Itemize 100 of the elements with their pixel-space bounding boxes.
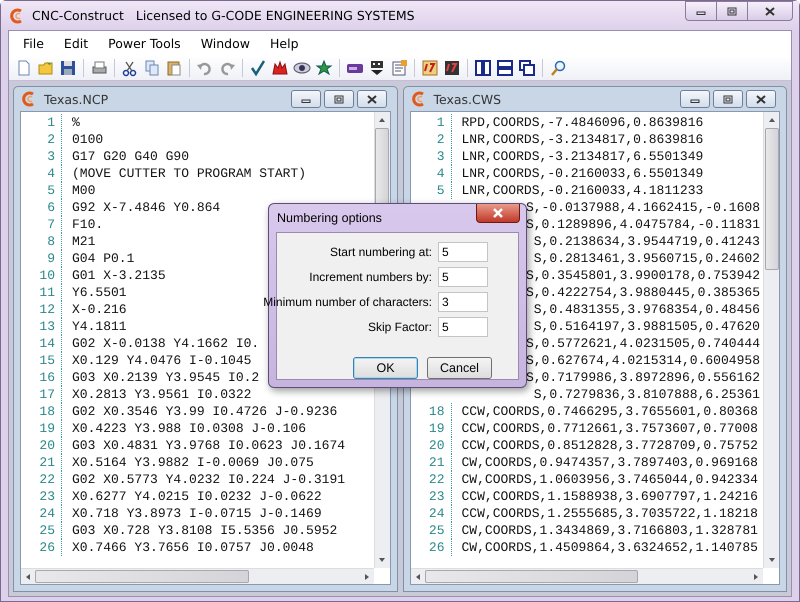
line-number: 21	[410, 454, 452, 471]
code-line: S,0.2813461,3.9560715,0.24602	[534, 251, 760, 266]
line-number: 24	[21, 505, 62, 522]
code-line: CW,COORDS,0.9474357,3.7897403,0.969168	[460, 455, 758, 470]
field-label: Increment numbers by:	[309, 270, 432, 284]
code-line: X0.7466 Y3.7656 I0.0757 J0.0048	[71, 540, 314, 555]
line-number: 26	[21, 539, 62, 556]
line-number: 25	[21, 522, 62, 539]
line-number: 14	[21, 335, 62, 352]
line-number: 15	[21, 352, 62, 369]
code-line: M00	[71, 183, 96, 198]
code-line: S,0.7179986,3.8972896,0.556162	[526, 370, 760, 385]
code-line: CW,COORDS,1.3434869,3.7166803,1.328781	[460, 523, 758, 538]
code-line: G01 X-3.2135	[71, 268, 166, 283]
code-line: S,-0.0137988,4.1662415,-0.1608	[526, 200, 760, 215]
document-title: Texas.NCP	[44, 92, 108, 106]
line-number: 12	[21, 301, 62, 318]
line-number: 18	[410, 403, 452, 420]
line-number: 24	[410, 505, 452, 522]
line-number: 8	[21, 233, 62, 250]
code-line: G03 X0.728 Y3.8108 I5.5356 J0.5952	[71, 523, 338, 538]
line-number: 20	[21, 437, 62, 454]
line-number: 23	[410, 488, 452, 505]
code-line: CCW,COORDS,0.8512828,3.7728709,0.75752	[460, 438, 758, 453]
field-label: Skip Factor:	[368, 320, 432, 334]
code-line: %	[71, 115, 80, 130]
line-number: 2	[410, 131, 452, 148]
code-line: S,0.7279836,3.8107888,6.25361	[534, 387, 760, 402]
line-number: 11	[21, 284, 62, 301]
code-line: F10.	[71, 217, 104, 232]
code-line: RPD,COORDS,-7.4846096,0.8639816	[460, 115, 704, 130]
code-line: X0.2813 Y3.9561 I0.0322	[71, 387, 252, 402]
code-line: LNR,COORDS,-0.2160033,4.1811233	[460, 183, 704, 198]
code-line: S,0.3545801,3.9900178,0.753942	[526, 268, 760, 283]
code-line: CCW,COORDS,1.1588938,3.6907797,1.24216	[460, 489, 758, 504]
window-title: CNC-Construct	[32, 8, 124, 23]
line-number: 26	[410, 539, 452, 556]
code-line: X0.5164 Y3.9882 I-0.0069 J0.075	[71, 455, 314, 470]
code-line: LNR,COORDS,-3.2134817,0.8639816	[460, 132, 704, 147]
line-number: 10	[21, 267, 62, 284]
dialog-title: Numbering options	[277, 211, 382, 225]
line-number: 21	[21, 454, 62, 471]
line-number: 7	[21, 216, 62, 233]
code-line: G02 X0.3546 Y3.99 I0.4726 J-0.9236	[71, 404, 338, 419]
document-title: Texas.CWS	[434, 92, 502, 106]
line-number: 19	[410, 420, 452, 437]
code-line: CW,COORDS,1.4509864,3.6324652,1.140785	[460, 540, 758, 555]
code-line: CCW,COORDS,1.2555685,3.7035722,1.18218	[460, 506, 758, 521]
line-number: 23	[21, 488, 62, 505]
line-number: 3	[410, 148, 452, 165]
line-number: 22	[410, 471, 452, 488]
code-line: G17 G20 G40 G90	[71, 149, 190, 164]
code-line: X0.129 Y4.0476 I-0.1045	[71, 353, 252, 368]
code-line: LNR,COORDS,-0.2160033,6.5501349	[460, 166, 704, 181]
code-line: X-0.216	[71, 302, 127, 317]
line-number: 2	[21, 131, 62, 148]
line-number: 13	[21, 318, 62, 335]
code-line: G02 X0.5773 Y4.0232 I0.224 J-0.3191	[71, 472, 346, 487]
code-line: (MOVE CUTTER TO PROGRAM START)	[71, 166, 306, 181]
line-number: 19	[21, 420, 62, 437]
code-line: G03 X0.2139 Y3.9545 I0.2	[71, 370, 260, 385]
code-line: X0.4223 Y3.988 I0.0308 J-0.106	[71, 421, 306, 436]
line-number: 17	[21, 386, 62, 403]
line-number: 1	[21, 114, 62, 131]
line-number: 25	[410, 522, 452, 539]
code-line: G04 P0.1	[71, 251, 134, 266]
line-number: 1	[410, 114, 452, 131]
code-line: CCW,COORDS,0.7466295,3.7655601,0.80368	[460, 404, 758, 419]
code-line: S,0.5772621,4.0231505,0.740444	[526, 336, 760, 351]
code-line: M21	[71, 234, 96, 249]
code-line: Y4.1811	[71, 319, 127, 334]
code-line: LNR,COORDS,-3.2134817,6.5501349	[460, 149, 704, 164]
code-line: S,0.4222754,3.9880445,0.385365	[526, 285, 760, 300]
code-line: S,0.4831355,3.9768354,0.48456	[534, 302, 760, 317]
line-number: 3	[21, 148, 62, 165]
code-line: G02 X-0.0138 Y4.1662 I0.	[71, 336, 260, 351]
line-number: 5	[410, 182, 452, 199]
code-line: S,0.1289896,4.0475784,-0.11831	[526, 217, 760, 232]
line-number: 22	[21, 471, 62, 488]
line-number: 9	[21, 250, 62, 267]
code-line: Y6.5501	[71, 285, 127, 300]
line-number: 16	[21, 369, 62, 386]
code-line: S,0.5164197,3.9881505,0.47620	[534, 319, 760, 334]
code-line: X0.6277 Y4.0215 I0.0232 J-0.0622	[71, 489, 322, 504]
line-number: 18	[21, 403, 62, 420]
line-number: 5	[21, 182, 62, 199]
code-line: 0100	[71, 132, 104, 147]
code-line: S,0.2138634,3.9544719,0.41243	[534, 234, 760, 249]
code-line: S,0.627674,4.0215314,0.6004958	[526, 353, 760, 368]
code-line: X0.718 Y3.8973 I-0.0715 J-0.1469	[71, 506, 322, 521]
field-label: Start numbering at:	[330, 244, 432, 258]
line-number: 4	[21, 165, 62, 182]
line-number: 6	[21, 199, 62, 216]
code-line: G03 X0.4831 Y3.9768 I0.0623 J0.1674	[71, 438, 346, 453]
license-text: Licensed to G-CODE ENGINEERING SYSTEMS	[136, 8, 415, 23]
code-line: CW,COORDS,1.0603956,3.7465044,0.942334	[460, 472, 758, 487]
code-line: CCW,COORDS,0.7712661,3.7573607,0.77008	[460, 421, 758, 436]
line-number: 4	[410, 165, 452, 182]
code-line: G92 X-7.4846 Y0.864	[71, 200, 220, 215]
line-number: 20	[410, 437, 452, 454]
